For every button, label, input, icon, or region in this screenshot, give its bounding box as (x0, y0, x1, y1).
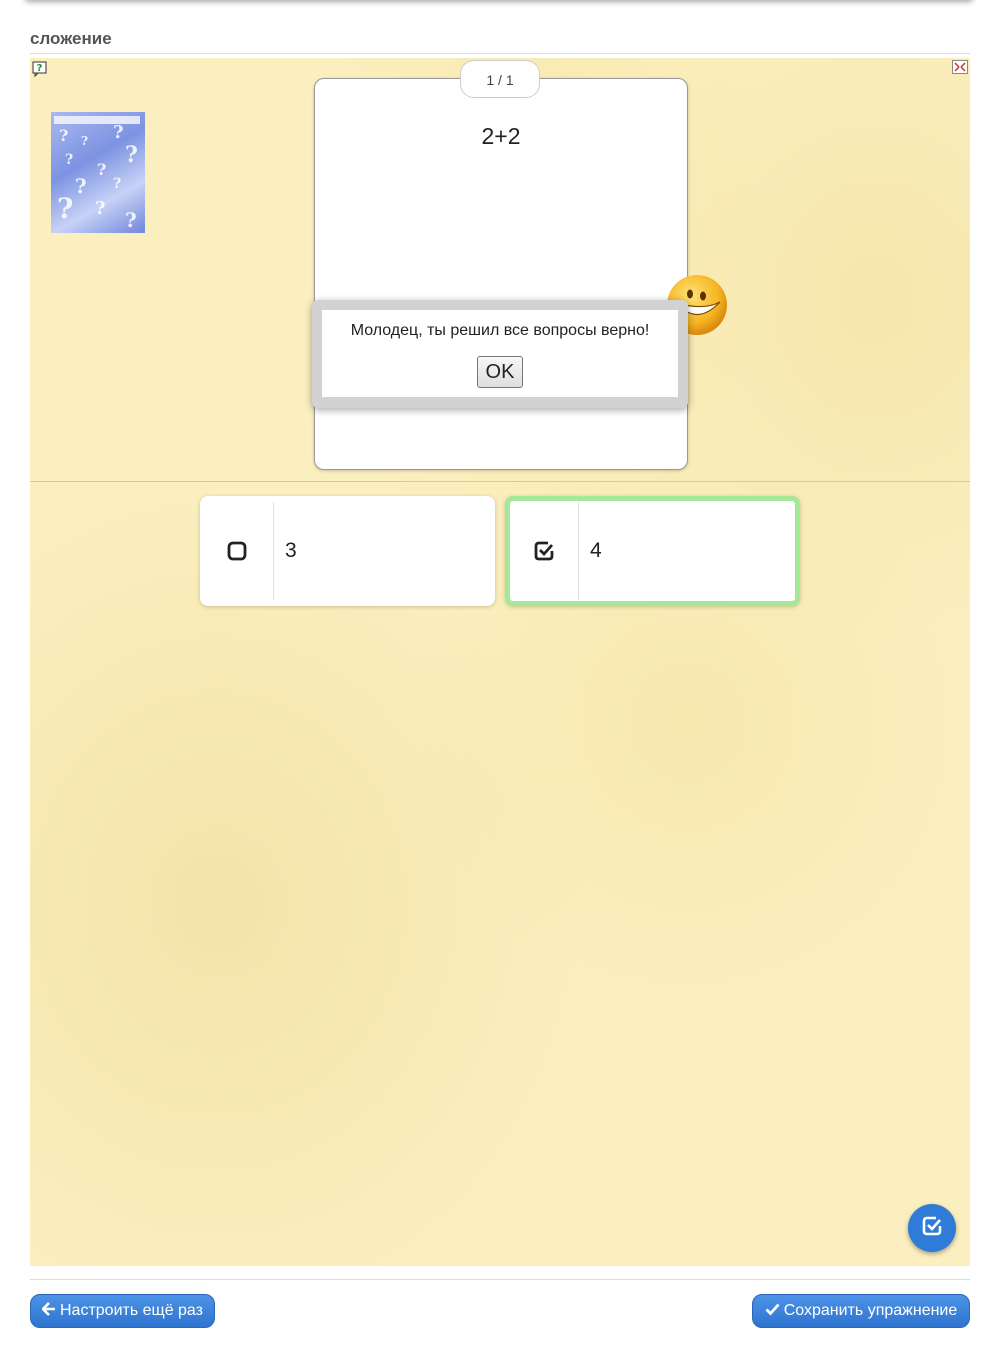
question-card: 2+2 (314, 78, 688, 470)
arrow-left-icon (41, 1301, 56, 1321)
ok-button[interactable]: OK (477, 356, 523, 388)
svg-text:?: ? (37, 63, 43, 74)
background-thumbnail[interactable]: ? ? ? ? ? ? ? ? ? ? ? (51, 112, 145, 233)
configure-again-button[interactable]: Настроить ещё раз (30, 1294, 215, 1328)
question-text: 2+2 (481, 123, 521, 149)
check-icon (765, 1302, 780, 1321)
title-divider (30, 53, 970, 54)
answer-option-1[interactable]: 3 (200, 496, 495, 606)
check-icon (921, 1215, 943, 1242)
save-exercise-label: Сохранить упражнение (783, 1302, 958, 1319)
answer-label: 3 (285, 539, 297, 562)
checkbox-checked-icon[interactable] (510, 501, 578, 601)
stage-divider (30, 481, 970, 482)
help-icon[interactable]: ? (32, 60, 50, 78)
checkbox-empty-icon[interactable] (200, 496, 273, 606)
dialog-body: Молодец, ты решил все вопросы верно! OK (322, 310, 678, 397)
answer-label: 4 (590, 539, 602, 562)
fullscreen-icon[interactable] (952, 60, 968, 74)
answer-option-2[interactable]: 4 (505, 496, 800, 606)
answer-separator (578, 502, 579, 600)
exercise-title: сложение (30, 29, 112, 48)
configure-again-label: Настроить ещё раз (60, 1302, 203, 1319)
exercise-stage: ? ? ? ? ? ? ? ? ? ? ? ? 2+2 1 / 1 Молоде… (30, 58, 970, 1266)
result-dialog: Молодец, ты решил все вопросы верно! OK (312, 300, 688, 408)
check-answers-button[interactable] (908, 1204, 956, 1252)
footer-divider (30, 1279, 970, 1280)
save-exercise-button[interactable]: Сохранить упражнение (752, 1294, 970, 1328)
question-counter: 1 / 1 (460, 60, 540, 98)
dialog-message: Молодец, ты решил все вопросы верно! (350, 322, 650, 339)
answer-separator (273, 502, 274, 600)
